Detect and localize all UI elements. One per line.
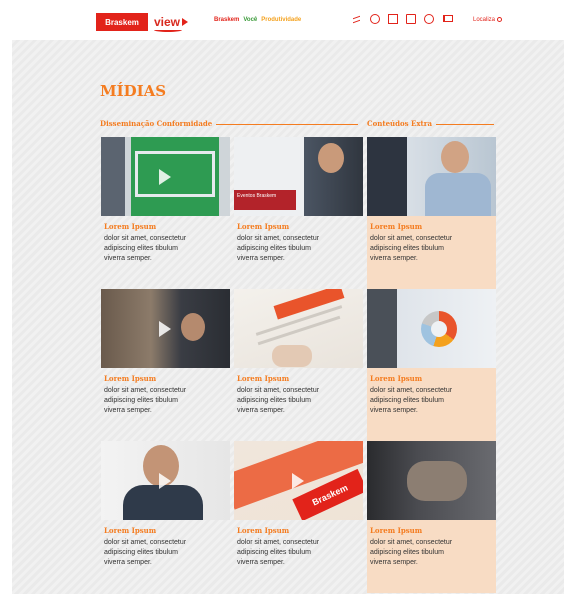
card-desc-line: dolor sit amet, consectetur [370, 539, 453, 546]
card-desc-line: dolor sit amet, consectetur [237, 387, 320, 394]
card-desc-line: viverra semper. [237, 559, 285, 566]
view-swoosh-icon [154, 28, 182, 32]
media-thumbnail[interactable] [367, 289, 496, 368]
card-description: dolor sit amet, consectetur adipiscing e… [237, 386, 361, 416]
card-desc-line: adipiscing elites tibulum [237, 245, 311, 252]
card-desc-line: viverra semper. [104, 559, 152, 566]
card-description: dolor sit amet, consectetur adipiscing e… [370, 386, 494, 416]
media-thumbnail[interactable] [367, 137, 496, 216]
card-description: dolor sit amet, consectetur adipiscing e… [370, 538, 494, 568]
card-desc-line: dolor sit amet, consectetur [104, 235, 187, 242]
person-head [181, 313, 205, 341]
view-arrow-icon [182, 18, 188, 26]
screen-graphic [135, 151, 215, 197]
card-title[interactable]: Lorem Ipsum [237, 374, 361, 384]
globe-icon[interactable] [424, 14, 434, 24]
card-description: dolor sit amet, consectetur adipiscing e… [104, 386, 228, 416]
card-description: dolor sit amet, consectetur adipiscing e… [237, 538, 361, 568]
flag-icon[interactable] [442, 14, 453, 24]
card-desc-line: adipiscing elites tibulum [104, 397, 178, 404]
card-desc-line: dolor sit amet, consectetur [104, 387, 187, 394]
nav-item-braskem[interactable]: Braskem [214, 15, 239, 25]
card-description: dolor sit amet, consectetur adipiscing e… [237, 234, 361, 264]
card-desc-line: dolor sit amet, consectetur [104, 539, 187, 546]
nav-item-produtividade[interactable]: Produtividade [261, 15, 301, 25]
play-icon [159, 321, 171, 337]
card-description: dolor sit amet, consectetur adipiscing e… [104, 538, 228, 568]
nav-item-voce[interactable]: Você [243, 15, 257, 25]
section-label-conformidade: Disseminação Conformidade [100, 119, 213, 128]
person-head [318, 143, 344, 173]
card-desc-line: adipiscing elites tibulum [104, 549, 178, 556]
site-header: Braskem view Braskem Você Produtividade … [0, 0, 576, 40]
media-thumbnail[interactable] [101, 137, 230, 216]
media-thumbnail[interactable]: Eventos Braskem [234, 137, 363, 216]
card-title[interactable]: Lorem Ipsum [104, 374, 228, 384]
card-desc-line: adipiscing elites tibulum [370, 549, 444, 556]
card-desc-line: viverra semper. [370, 255, 418, 262]
card-desc-line: dolor sit amet, consectetur [370, 235, 453, 242]
card-title[interactable]: Lorem Ipsum [370, 526, 494, 536]
locale-search[interactable]: Localiza [473, 15, 503, 25]
hand-graphic [272, 345, 312, 367]
header-icons [352, 14, 453, 24]
card-desc-line: viverra semper. [370, 407, 418, 414]
pie-hole-graphic [431, 321, 447, 337]
view-logo[interactable]: view [154, 12, 188, 32]
locale-label: Localiza [473, 17, 496, 23]
media-thumbnail[interactable] [234, 289, 363, 368]
card-title[interactable]: Lorem Ipsum [237, 526, 361, 536]
share-icon[interactable] [352, 14, 362, 24]
card-desc-line: dolor sit amet, consectetur [237, 539, 320, 546]
card-title[interactable]: Lorem Ipsum [370, 222, 494, 232]
card-title[interactable]: Lorem Ipsum [104, 222, 228, 232]
chat-icon[interactable] [370, 14, 380, 24]
main-nav: Braskem Você Produtividade [214, 15, 301, 25]
edit-icon[interactable] [406, 14, 416, 24]
play-icon [292, 473, 304, 489]
card-description: dolor sit amet, consectetur adipiscing e… [104, 234, 228, 264]
card-desc-line: dolor sit amet, consectetur [237, 235, 320, 242]
card-description: dolor sit amet, consectetur adipiscing e… [370, 234, 494, 264]
hands-graphic [407, 461, 467, 501]
card-desc-line: adipiscing elites tibulum [370, 245, 444, 252]
card-title[interactable]: Lorem Ipsum [104, 526, 228, 536]
card-desc-line: dolor sit amet, consectetur [370, 387, 453, 394]
section-divider-right [436, 124, 494, 125]
play-icon [159, 473, 171, 489]
section-label-extra: Conteúdos Extra [367, 119, 433, 128]
page-title: MÍDIAS [100, 82, 167, 100]
card-desc-line: viverra semper. [104, 407, 152, 414]
card-desc-line: adipiscing elites tibulum [237, 397, 311, 404]
person-body [425, 173, 491, 216]
card-desc-line: viverra semper. [104, 255, 152, 262]
section-divider-left [216, 124, 358, 125]
card-desc-line: viverra semper. [237, 255, 285, 262]
card-desc-line: adipiscing elites tibulum [370, 397, 444, 404]
view-logo-text: view [154, 15, 181, 29]
card-desc-line: adipiscing elites tibulum [237, 549, 311, 556]
media-thumbnail[interactable]: Braskem [234, 441, 363, 520]
card-desc-line: adipiscing elites tibulum [104, 245, 178, 252]
media-thumbnail[interactable] [101, 441, 230, 520]
person-body [123, 485, 203, 520]
media-thumbnail[interactable] [101, 289, 230, 368]
card-desc-line: viverra semper. [237, 407, 285, 414]
braskem-logo[interactable]: Braskem [96, 13, 148, 31]
card-title[interactable]: Lorem Ipsum [370, 374, 494, 384]
media-thumbnail[interactable] [367, 441, 496, 520]
play-icon [159, 169, 171, 185]
person-head [441, 141, 469, 173]
event-banner: Eventos Braskem [234, 190, 296, 210]
card-title[interactable]: Lorem Ipsum [237, 222, 361, 232]
card-desc-line: viverra semper. [370, 559, 418, 566]
news-icon[interactable] [388, 14, 398, 24]
search-icon [497, 16, 503, 22]
